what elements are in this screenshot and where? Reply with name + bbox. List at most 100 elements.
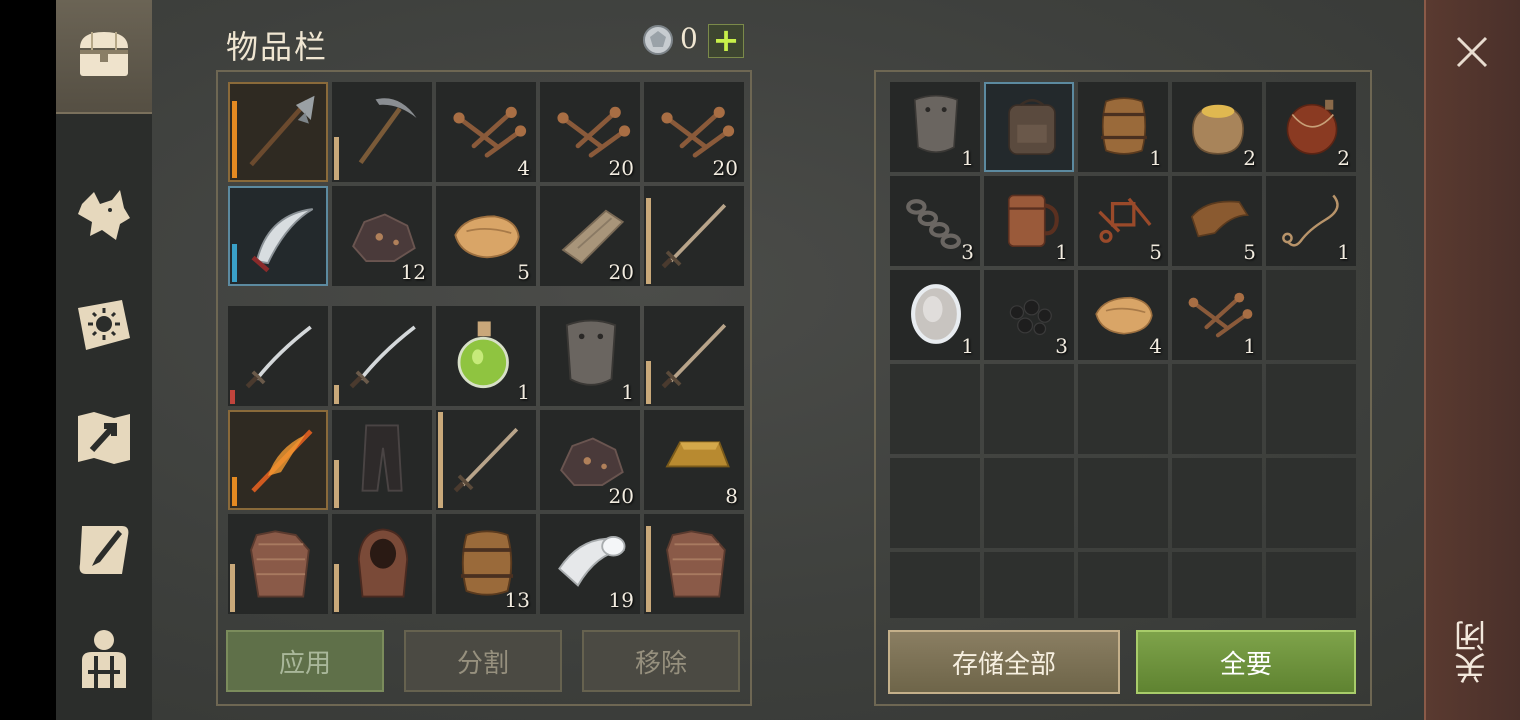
inventory-slot[interactable]	[332, 82, 432, 182]
chest-icon[interactable]	[68, 18, 140, 90]
quest-scroll-icon[interactable]	[68, 514, 140, 586]
close-icon[interactable]	[1450, 30, 1494, 74]
inventory-slot[interactable]	[644, 186, 744, 286]
inventory-slot[interactable]	[228, 82, 328, 182]
storage-slot[interactable]: 2	[1266, 82, 1356, 172]
apply-button[interactable]: 应用	[226, 630, 384, 692]
potion-icon	[457, 321, 509, 389]
inventory-slot[interactable]	[332, 514, 432, 614]
item-quantity: 20	[608, 156, 634, 180]
inventory-slot[interactable]	[228, 514, 328, 614]
backpack-icon	[1008, 98, 1056, 155]
close-button[interactable]: 关闭	[1450, 612, 1494, 692]
storage-slot[interactable]	[1266, 458, 1356, 548]
storage-slot[interactable]: 1	[1266, 176, 1356, 266]
durability-bar	[232, 477, 237, 506]
storage-slot[interactable]	[1078, 458, 1168, 548]
durability-bar	[334, 564, 339, 612]
storage-slot[interactable]	[1266, 270, 1356, 360]
pickaxe-icon	[358, 98, 417, 165]
halberd-icon	[249, 95, 315, 167]
inventory-slot[interactable]: 4	[436, 82, 536, 182]
durability-bar	[232, 244, 237, 282]
storage-slot[interactable]: 3	[890, 176, 980, 266]
store-all-button[interactable]: 存储全部	[888, 630, 1120, 694]
shield-plate-icon	[565, 319, 617, 386]
storage-slot[interactable]	[984, 552, 1074, 618]
item-quantity: 3	[961, 240, 974, 264]
storage-slot[interactable]: 5	[1172, 176, 1262, 266]
storage-slot[interactable]: 4	[1078, 270, 1168, 360]
storage-slot[interactable]	[984, 82, 1074, 172]
storage-slot[interactable]	[1266, 364, 1356, 454]
item-quantity: 20	[608, 260, 634, 284]
storage-slot[interactable]: 1	[890, 82, 980, 172]
add-currency-button[interactable]: +	[708, 24, 744, 58]
inventory-slot[interactable]: 20	[540, 82, 640, 182]
chainmail-icon	[250, 530, 310, 598]
durability-bar	[646, 526, 651, 612]
split-button[interactable]: 分割	[404, 630, 562, 692]
storage-slot[interactable]: 5	[1078, 176, 1168, 266]
item-quantity: 5	[1243, 240, 1256, 264]
sun-book-icon[interactable]	[68, 290, 140, 362]
item-quantity: 1	[1149, 146, 1162, 170]
remove-button[interactable]: 移除	[582, 630, 740, 692]
storage-slot[interactable]	[1078, 552, 1168, 618]
inventory-slot[interactable]	[332, 410, 432, 510]
inventory-slot[interactable]: 20	[540, 186, 640, 286]
pants-icon	[361, 424, 403, 492]
durability-bar	[230, 564, 235, 612]
storage-slot[interactable]: 1	[984, 176, 1074, 266]
inventory-slot[interactable]: 13	[436, 514, 536, 614]
storage-slot[interactable]	[1172, 364, 1262, 454]
hood-icon	[357, 528, 409, 598]
storage-slot[interactable]: 1	[1172, 270, 1262, 360]
inventory-slot[interactable]	[436, 410, 536, 510]
inventory-slot[interactable]: 5	[436, 186, 536, 286]
storage-slot[interactable]	[1172, 552, 1262, 618]
inventory-slot[interactable]	[644, 306, 744, 406]
character-icon[interactable]	[68, 622, 140, 694]
sword-icon	[453, 427, 519, 493]
inventory-slot[interactable]	[644, 514, 744, 614]
inventory-slot[interactable]: 20	[644, 82, 744, 182]
storage-slot[interactable]	[1266, 552, 1356, 618]
storage-slot[interactable]	[890, 364, 980, 454]
inventory-slot[interactable]	[332, 306, 432, 406]
storage-slot[interactable]: 1	[1078, 82, 1168, 172]
inventory-slot[interactable]: 1	[540, 306, 640, 406]
inventory-slot[interactable]	[228, 186, 328, 286]
item-quantity: 5	[517, 260, 530, 284]
durability-bar	[334, 385, 339, 404]
storage-slot[interactable]: 2	[1172, 82, 1262, 172]
chainmail-icon	[666, 530, 726, 598]
gold-ingot-icon	[665, 441, 730, 468]
bag-grid: 4 20 20 12 5 20	[228, 82, 744, 286]
inventory-slot[interactable]	[228, 306, 328, 406]
inventory-slot[interactable]	[228, 410, 328, 510]
inventory-slot[interactable]: 19	[540, 514, 640, 614]
item-quantity: 1	[621, 380, 634, 404]
item-quantity: 1	[517, 380, 530, 404]
nails-icon	[453, 106, 527, 158]
storage-slot[interactable]	[984, 364, 1074, 454]
inventory-slot[interactable]: 8	[644, 410, 744, 510]
map-icon[interactable]	[68, 402, 140, 474]
currency-count: 0	[680, 22, 698, 55]
inventory-slot[interactable]: 1	[436, 306, 536, 406]
take-all-button[interactable]: 全要	[1136, 630, 1356, 694]
wolf-icon[interactable]	[68, 180, 140, 252]
saber-icon	[245, 325, 312, 389]
storage-slot[interactable]: 1	[890, 270, 980, 360]
storage-slot[interactable]	[890, 458, 980, 548]
storage-slot[interactable]: 3	[984, 270, 1074, 360]
durability-bar	[646, 198, 651, 284]
durability-bar	[438, 412, 443, 508]
storage-slot[interactable]	[1172, 458, 1262, 548]
storage-slot[interactable]	[890, 552, 980, 618]
inventory-slot[interactable]: 20	[540, 410, 640, 510]
inventory-slot[interactable]: 12	[332, 186, 432, 286]
storage-slot[interactable]	[1078, 364, 1168, 454]
storage-slot[interactable]	[984, 458, 1074, 548]
